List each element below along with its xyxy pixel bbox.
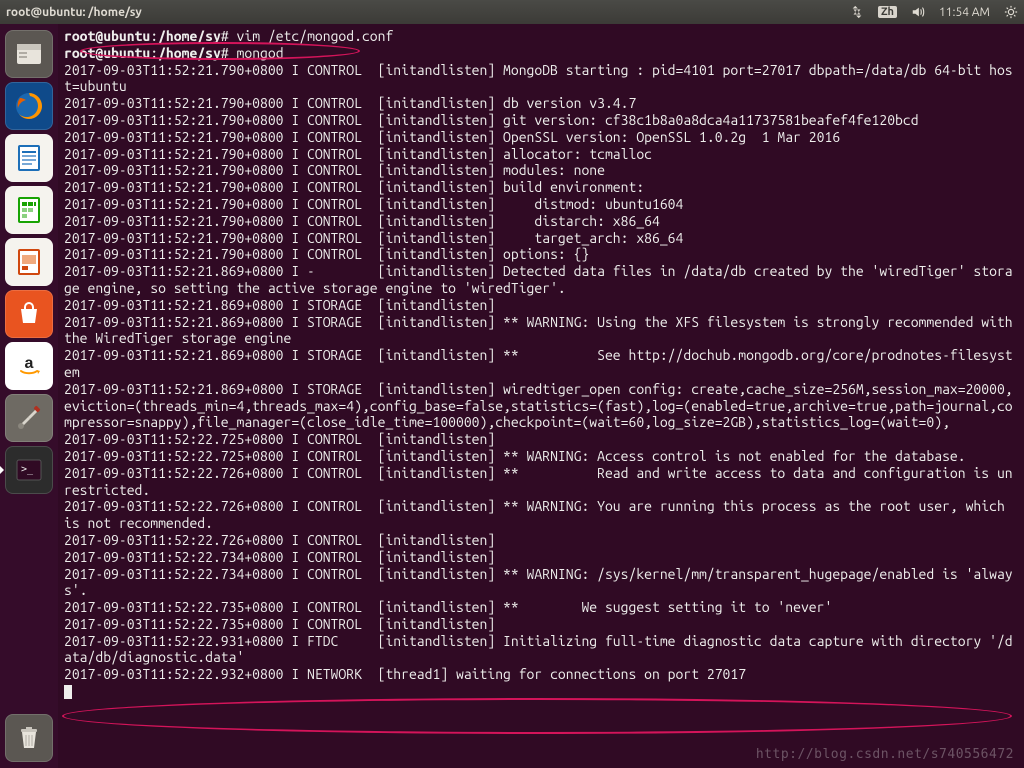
- sound-indicator[interactable]: [911, 5, 925, 19]
- software-center-icon[interactable]: [5, 290, 53, 338]
- terminal-icon[interactable]: >_: [5, 446, 53, 494]
- trash-icon[interactable]: [5, 714, 53, 762]
- top-menu-bar: root@ubuntu: /home/sy Zh 11:54 AM: [0, 0, 1024, 24]
- log-line: 2017-09-03T11:52:21.790+0800 I CONTROL […: [64, 146, 1018, 163]
- log-line: 2017-09-03T11:52:22.735+0800 I CONTROL […: [64, 616, 1018, 633]
- log-line: 2017-09-03T11:52:22.726+0800 I CONTROL […: [64, 532, 1018, 549]
- log-line: 2017-09-03T11:52:21.869+0800 I STORAGE […: [64, 381, 1018, 431]
- log-line: 2017-09-03T11:52:21.869+0800 I STORAGE […: [64, 297, 1018, 314]
- sound-icon: [911, 5, 925, 19]
- log-line: 2017-09-03T11:52:21.790+0800 I CONTROL […: [64, 62, 1018, 96]
- command-2: mongod: [237, 45, 284, 61]
- log-line: 2017-09-03T11:52:22.726+0800 I CONTROL […: [64, 498, 1018, 532]
- system-menu[interactable]: [1004, 5, 1018, 19]
- svg-text:>_: >_: [21, 464, 34, 475]
- watermark: http://blog.csdn.net/s740556472: [756, 747, 1014, 762]
- firefox-icon[interactable]: [5, 82, 53, 130]
- log-line: 2017-09-03T11:52:22.725+0800 I CONTROL […: [64, 431, 1018, 448]
- log-line: 2017-09-03T11:52:21.790+0800 I CONTROL […: [64, 112, 1018, 129]
- log-line: 2017-09-03T11:52:22.931+0800 I FTDC [ini…: [64, 633, 1018, 667]
- log-line: 2017-09-03T11:52:22.734+0800 I CONTROL […: [64, 549, 1018, 566]
- log-line: 2017-09-03T11:52:21.869+0800 I STORAGE […: [64, 347, 1018, 381]
- calc-icon[interactable]: [5, 186, 53, 234]
- ime-label: Zh: [878, 6, 897, 18]
- terminal-cursor: [64, 685, 72, 699]
- network-indicator[interactable]: [850, 5, 864, 19]
- terminal-output: 2017-09-03T11:52:21.790+0800 I CONTROL […: [64, 62, 1018, 683]
- log-line: 2017-09-03T11:52:21.790+0800 I CONTROL […: [64, 213, 1018, 230]
- log-line: 2017-09-03T11:52:21.869+0800 I - [initan…: [64, 263, 1018, 297]
- desktop: a >_ root@ubuntu:/home/sy# vim /etc/mong…: [0, 24, 1024, 768]
- log-line: 2017-09-03T11:52:21.790+0800 I CONTROL […: [64, 230, 1018, 247]
- log-line: 2017-09-03T11:52:21.790+0800 I CONTROL […: [64, 246, 1018, 263]
- log-line: 2017-09-03T11:52:21.790+0800 I CONTROL […: [64, 162, 1018, 179]
- log-line: 2017-09-03T11:52:22.726+0800 I CONTROL […: [64, 465, 1018, 499]
- clock[interactable]: 11:54 AM: [939, 6, 990, 19]
- log-line: 2017-09-03T11:52:21.790+0800 I CONTROL […: [64, 95, 1018, 112]
- writer-icon[interactable]: [5, 134, 53, 182]
- log-line: 2017-09-03T11:52:21.869+0800 I STORAGE […: [64, 314, 1018, 348]
- gear-icon: [1004, 5, 1018, 19]
- terminal-window[interactable]: root@ubuntu:/home/sy# vim /etc/mongod.co…: [58, 24, 1024, 768]
- prompt-path: /home/sy: [158, 28, 221, 44]
- amazon-icon[interactable]: a: [5, 342, 53, 390]
- files-icon[interactable]: [5, 30, 53, 78]
- log-line: 2017-09-03T11:52:21.790+0800 I CONTROL […: [64, 179, 1018, 196]
- log-line: 2017-09-03T11:52:22.932+0800 I NETWORK […: [64, 666, 1018, 683]
- command-1: vim /etc/mongod.conf: [237, 28, 394, 44]
- settings-icon[interactable]: [5, 394, 53, 442]
- unity-launcher: a >_: [0, 24, 58, 768]
- log-line: 2017-09-03T11:52:21.790+0800 I CONTROL […: [64, 196, 1018, 213]
- window-title: root@ubuntu: /home/sy: [6, 6, 142, 19]
- log-line: 2017-09-03T11:52:22.735+0800 I CONTROL […: [64, 599, 1018, 616]
- ime-indicator[interactable]: Zh: [878, 6, 897, 18]
- network-icon: [850, 5, 864, 19]
- log-line: 2017-09-03T11:52:22.725+0800 I CONTROL […: [64, 448, 1018, 465]
- log-line: 2017-09-03T11:52:22.734+0800 I CONTROL […: [64, 566, 1018, 600]
- log-line: 2017-09-03T11:52:21.790+0800 I CONTROL […: [64, 129, 1018, 146]
- prompt-user: root@ubuntu: [64, 28, 150, 44]
- svg-text:a: a: [25, 355, 34, 372]
- impress-icon[interactable]: [5, 238, 53, 286]
